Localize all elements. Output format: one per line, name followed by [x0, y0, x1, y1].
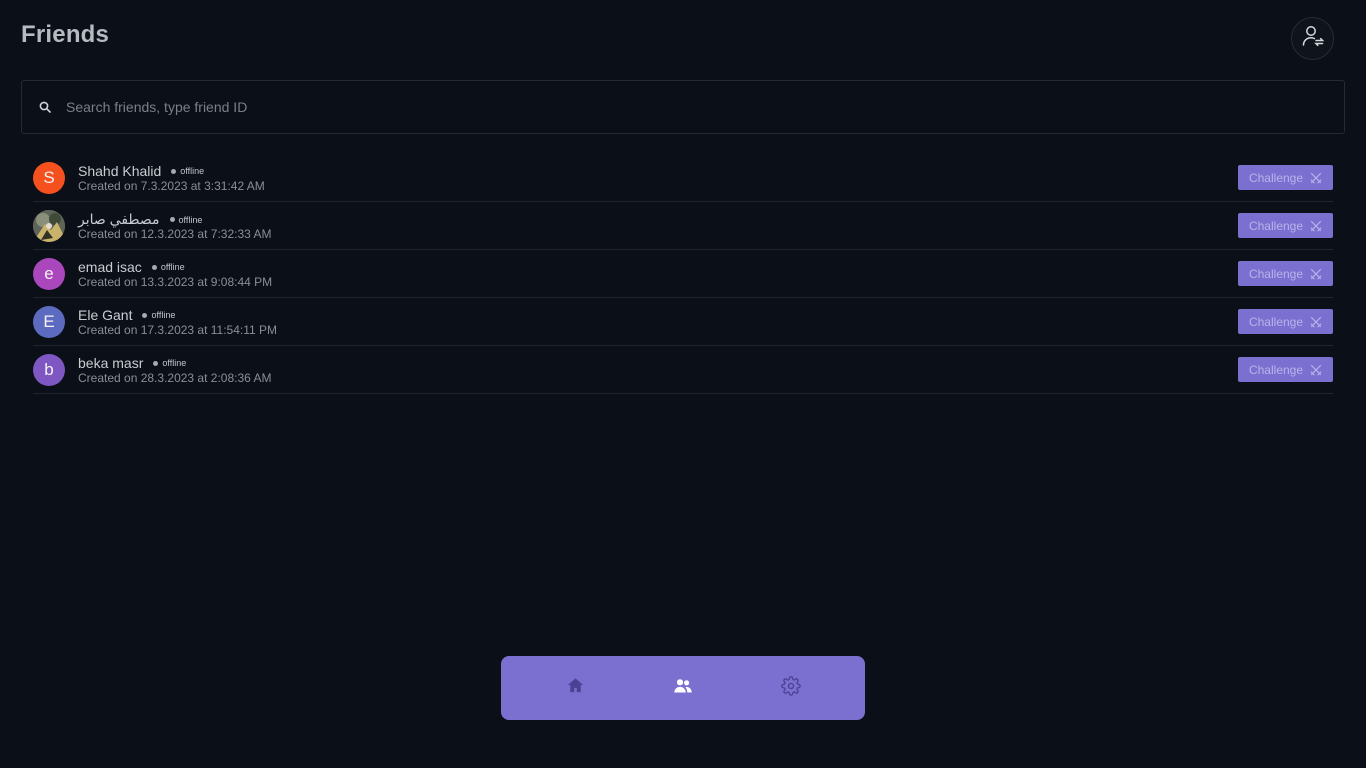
status-text: offline	[180, 166, 205, 176]
status-badge: offline	[171, 166, 204, 176]
challenge-button[interactable]: Challenge	[1238, 261, 1333, 286]
challenge-button[interactable]: Challenge	[1238, 357, 1333, 382]
status-badge: offline	[153, 358, 186, 368]
status-text: offline	[160, 262, 185, 272]
challenge-label: Challenge	[1248, 362, 1304, 377]
challenge-button[interactable]: Challenge	[1238, 309, 1333, 334]
swords-icon	[1310, 316, 1322, 328]
challenge-label: Challenge	[1248, 218, 1304, 233]
avatar-initial: S	[43, 168, 55, 187]
avatar-photo	[33, 210, 65, 242]
nav-home-button[interactable]	[555, 668, 595, 708]
settings-icon	[781, 675, 801, 701]
challenge-label: Challenge	[1248, 170, 1304, 185]
created-date: Created on 28.3.2023 at 2:08:36 AM	[78, 371, 272, 385]
friend-row[interactable]: b beka masr offline Created on 28.3.2023…	[33, 346, 1333, 394]
profile-switch-button[interactable]	[1291, 17, 1334, 60]
nav-friends-button[interactable]	[663, 668, 703, 708]
swords-icon	[1310, 172, 1322, 184]
friend-row[interactable]: e emad isac offline Created on 13.3.2023…	[33, 250, 1333, 298]
status-text: offline	[151, 310, 176, 320]
friend-row[interactable]: S Shahd Khalid offline Created on 7.3.20…	[33, 154, 1333, 202]
status-dot-icon	[153, 360, 159, 366]
challenge-button[interactable]: Challenge	[1238, 165, 1333, 190]
challenge-button[interactable]: Challenge	[1238, 213, 1333, 238]
swords-icon	[1310, 220, 1322, 232]
friend-name: beka masr	[78, 355, 144, 371]
created-date: Created on 17.3.2023 at 11:54:11 PM	[78, 323, 278, 337]
avatar: S	[33, 162, 65, 194]
status-dot-icon	[169, 217, 175, 222]
page-title: Friends	[21, 21, 110, 48]
search-input[interactable]	[66, 81, 1344, 133]
challenge-label: Challenge	[1248, 266, 1304, 281]
status-badge: offline	[142, 310, 175, 320]
friend-row[interactable]: E Ele Gant offline Created on 17.3.2023 …	[33, 298, 1333, 346]
user-switch-icon	[1301, 24, 1325, 53]
created-date: Created on 13.3.2023 at 9:08:44 PM	[78, 275, 273, 289]
avatar-initial: E	[43, 312, 55, 331]
status-text: offline	[162, 358, 187, 368]
status-badge: offline	[169, 214, 203, 225]
created-date: Created on 12.3.2023 at 7:32:33 AM	[78, 227, 272, 241]
status-dot-icon	[142, 312, 148, 318]
status-text: offline	[178, 214, 203, 225]
search-icon	[38, 100, 52, 114]
avatar: b	[33, 354, 65, 386]
friend-row[interactable]: مصطفي صابر offline Created on 12.3.2023 …	[33, 202, 1333, 250]
bottom-nav	[501, 656, 865, 720]
challenge-label: Challenge	[1248, 314, 1304, 329]
friend-name: مصطفي صابر	[78, 211, 160, 227]
nav-settings-button[interactable]	[771, 668, 811, 708]
home-icon	[566, 676, 585, 700]
status-dot-icon	[151, 264, 157, 270]
friend-name: Shahd Khalid	[78, 163, 162, 179]
status-badge: offline	[151, 262, 185, 272]
swords-icon	[1310, 268, 1322, 280]
swords-icon	[1310, 364, 1322, 376]
friend-name: emad isac	[78, 259, 142, 275]
avatar: e	[33, 258, 65, 290]
created-date: Created on 7.3.2023 at 3:31:42 AM	[78, 179, 265, 193]
friends-icon	[673, 676, 693, 701]
avatar-initial: e	[44, 264, 54, 283]
avatar-initial: b	[44, 360, 54, 379]
friend-list: S Shahd Khalid offline Created on 7.3.20…	[33, 154, 1333, 394]
status-dot-icon	[171, 168, 177, 174]
search-box	[21, 80, 1345, 134]
friend-name: Ele Gant	[78, 307, 133, 323]
avatar: E	[33, 306, 65, 338]
